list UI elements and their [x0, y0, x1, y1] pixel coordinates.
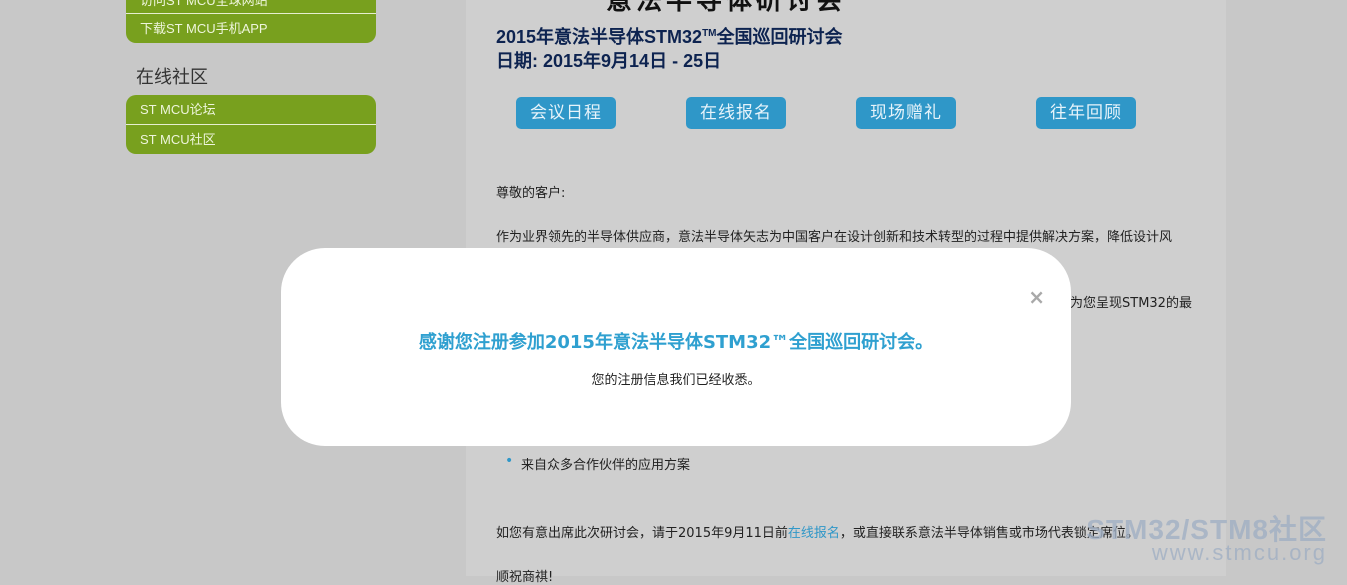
sidebar-item-download-app[interactable]: 下载ST MCU手机APP	[126, 14, 376, 43]
register-link[interactable]: 在线报名	[788, 526, 840, 541]
modal-subtitle: 您的注册信息我们已经收悉。	[591, 373, 761, 388]
register-prefix: 如您有意出席此次研讨会，请于2015年9月11日前	[496, 526, 788, 541]
sidebar-section-title: 在线社区	[136, 67, 208, 88]
page-banner-title: 意法半导体研讨会	[606, 0, 847, 16]
title-suffix: 全国巡回研讨会	[716, 27, 843, 47]
intro-paragraph: 作为业界领先的半导体供应商，意法半导体矢志为中国客户在设计创新和技术转型的过程中…	[496, 230, 1173, 245]
site-watermark: STM32/STM8社区 www.stmcu.org	[1086, 508, 1327, 566]
agenda-button[interactable]: 会议日程	[516, 97, 616, 129]
review-button[interactable]: 往年回顾	[1036, 97, 1136, 129]
sidebar: 访问ST MCU全球网站 下载ST MCU手机APP 在线社区 ST MCU论坛…	[126, 0, 376, 154]
gift-button[interactable]: 现场赠礼	[856, 97, 956, 129]
page-title: 2015年意法半导体STM32TM全国巡回研讨会	[496, 23, 843, 49]
sidebar-item-global-site[interactable]: 访问ST MCU全球网站	[126, 0, 376, 14]
event-date: 日期: 2015年9月14日 - 25日	[496, 51, 722, 71]
sidebar-item-forum[interactable]: ST MCU论坛	[126, 95, 376, 125]
close-icon[interactable]: ×	[1028, 285, 1045, 309]
title-prefix: 2015年意法半导体STM32	[496, 27, 703, 47]
sidebar-links-box: 访问ST MCU全球网站 下载ST MCU手机APP	[126, 0, 376, 43]
confirmation-modal: × 感谢您注册参加2015年意法半导体STM32™全国巡回研讨会。 您的注册信息…	[281, 248, 1071, 446]
register-button[interactable]: 在线报名	[686, 97, 786, 129]
community-links-box: ST MCU论坛 ST MCU社区	[126, 95, 376, 154]
sidebar-item-community[interactable]: ST MCU社区	[126, 125, 376, 154]
trademark-sup: TM	[702, 28, 717, 39]
greeting-text: 尊敬的客户:	[496, 186, 566, 201]
modal-title: 感谢您注册参加2015年意法半导体STM32™全国巡回研讨会。	[418, 332, 934, 353]
register-paragraph: 如您有意出席此次研讨会，请于2015年9月11日前在线报名，或直接联系意法半导体…	[496, 522, 1139, 541]
list-item: 来自众多合作伙伴的应用方案	[505, 453, 690, 473]
paragraph-tail: 为您呈现STM32的最	[1070, 296, 1192, 311]
